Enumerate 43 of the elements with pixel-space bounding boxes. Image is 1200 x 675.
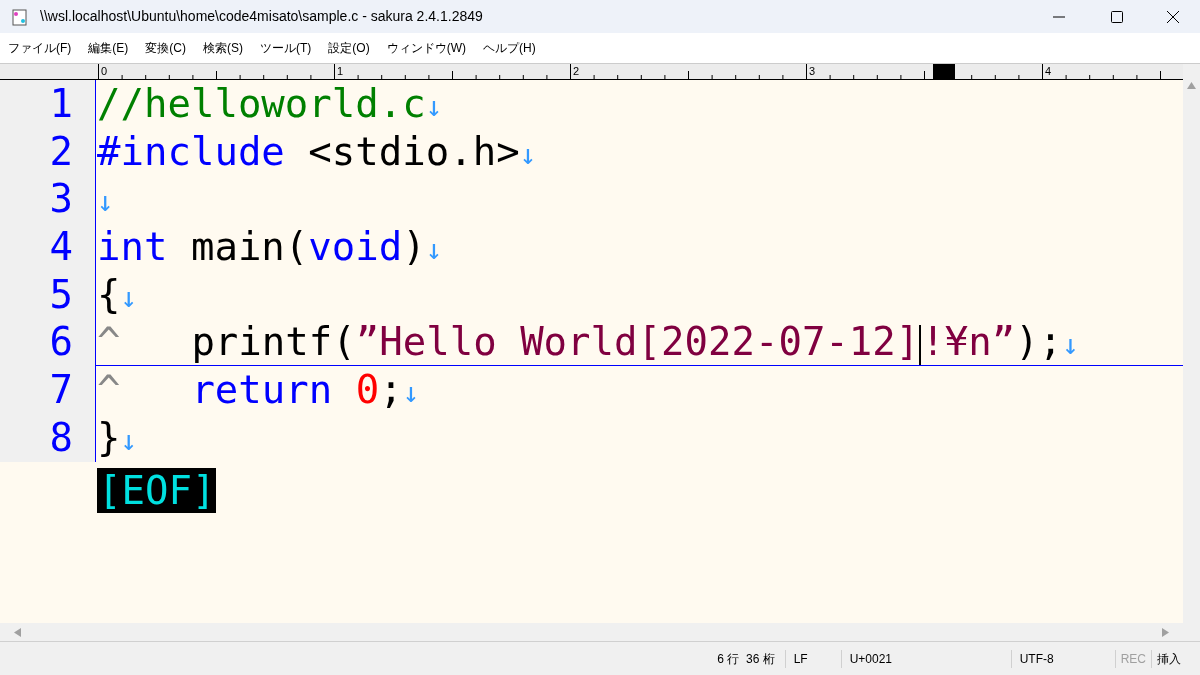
code-line: ^ return 0;↓ (96, 366, 421, 414)
input-mode: 挿入 (1151, 649, 1186, 668)
window-title: \\wsl.localhost\Ubuntu\home\code4misato\sample.c - sakura 2.4.1.2849 (40, 7, 483, 26)
ruler-number: 4 (1045, 64, 1052, 78)
menu-item[interactable]: ツール(T) (260, 39, 312, 57)
ruler-number: 1 (337, 64, 344, 78)
notepad-icon (12, 7, 28, 26)
code-line: //helloworld.c↓ (96, 80, 444, 128)
line-number: 7 (49, 366, 73, 414)
line-number: 8 (49, 413, 73, 462)
encoding: UTF-8 (1010, 649, 1115, 668)
menu-item[interactable]: 検索(S) (203, 39, 243, 57)
close-icon (1167, 10, 1179, 23)
code-line: {↓ (96, 270, 139, 319)
code-line: ^ printf(”Hello World[2022-07-12]!¥n”);↓ (96, 318, 1183, 367)
line-number: 4 (49, 223, 73, 271)
menu-item[interactable]: ファイル(F) (8, 39, 72, 57)
ruler-number: 3 (809, 64, 816, 78)
scroll-up-icon[interactable] (1187, 82, 1196, 89)
line-number: 6 (49, 318, 73, 367)
cursor-position: 6 行 36 桁 (716, 650, 776, 668)
maximize-icon (1111, 10, 1123, 23)
menu-item[interactable]: 設定(O) (328, 39, 370, 57)
character-code: U+0021 (840, 649, 1011, 668)
line-number: 3 (49, 175, 73, 224)
ruler-number: 0 (101, 64, 108, 78)
line-number: 5 (49, 270, 73, 319)
eof-marker: [EOF] (97, 467, 217, 513)
code-line: #include <stdio.h>↓ (96, 127, 538, 176)
line-ending: LF (784, 649, 841, 668)
code-line: }↓ (96, 413, 139, 462)
menu-item[interactable]: ウィンドウ(W) (386, 39, 466, 57)
menu-item[interactable]: 変換(C) (145, 39, 186, 57)
scroll-right-icon[interactable] (1162, 627, 1169, 637)
code-line: int main(void)↓ (96, 223, 444, 271)
ruler-number: 2 (573, 64, 580, 78)
rec-indicator: REC (1114, 649, 1151, 668)
line-number: 2 (49, 127, 73, 176)
line-number: 1 (49, 80, 73, 128)
menu-item[interactable]: ヘルプ(H) (483, 39, 536, 57)
code-line: ↓ (96, 184, 115, 221)
menu-item[interactable]: 編集(E) (88, 39, 129, 57)
scroll-left-icon[interactable] (14, 627, 21, 637)
